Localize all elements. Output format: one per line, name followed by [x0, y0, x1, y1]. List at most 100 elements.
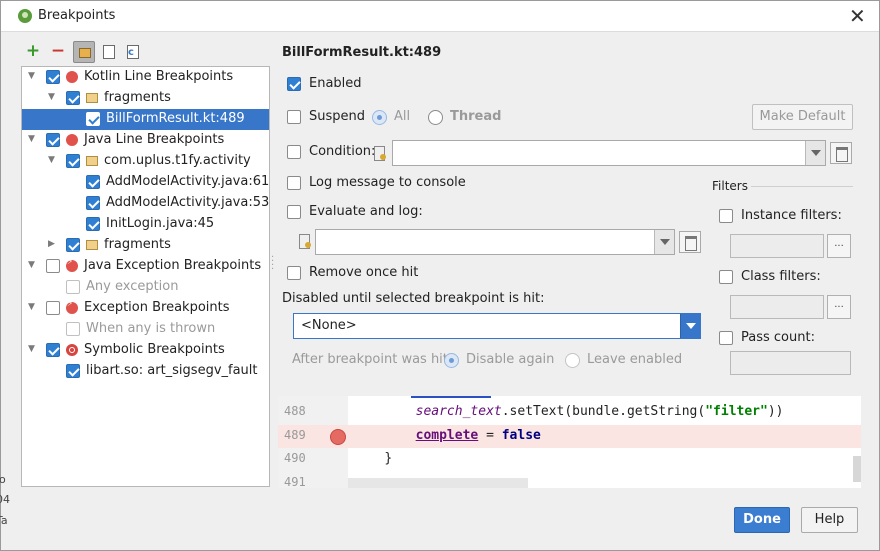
chevron-down-icon[interactable] — [805, 141, 825, 165]
exception-icon — [66, 299, 78, 314]
line-number: 491 — [284, 475, 306, 488]
code-token: = — [478, 428, 502, 443]
tree-row-label: fragments — [104, 237, 171, 252]
code-text: search_text.setText(bundle.getString("fi… — [353, 404, 784, 419]
tree-row-checkbox[interactable] — [66, 280, 80, 294]
instance-filters-checkbox[interactable] — [719, 209, 733, 223]
tree-row-checkbox[interactable] — [66, 91, 80, 105]
breakpoint-tree[interactable]: ▼ Kotlin Line Breakpoints ▼ fragments BillFo… — [21, 66, 270, 487]
radio-thread-label: Thread — [450, 109, 502, 124]
tree-row-checkbox[interactable] — [86, 217, 100, 231]
tree-row-label: libart.so: art_sigsegv_fault — [86, 363, 258, 378]
chevron-right-icon[interactable]: ▶ — [48, 239, 55, 249]
tree-row[interactable]: InitLogin.java:45 — [22, 214, 269, 235]
remove-once-checkbox[interactable] — [287, 266, 301, 280]
red-dot-icon — [66, 134, 78, 146]
tree-row-checkbox[interactable] — [66, 364, 80, 378]
radio-thread[interactable] — [428, 110, 443, 125]
tree-row-checkbox[interactable] — [66, 322, 80, 336]
tree-row[interactable]: libart.so: art_sigsegv_fault — [22, 361, 269, 382]
tree-row[interactable]: ▼ Kotlin Line Breakpoints — [22, 67, 269, 88]
tree-row-checkbox[interactable] — [46, 259, 60, 273]
chevron-down-icon[interactable]: ▼ — [48, 155, 55, 165]
breakpoints-dialog: Breakpoints ✕ + − ▼ Kotlin Line Breakpoin… — [0, 0, 880, 551]
group-by-package-icon[interactable] — [73, 41, 95, 63]
radio-leave-enabled[interactable] — [565, 353, 580, 368]
filters-heading: Filters — [712, 179, 748, 193]
tree-row[interactable]: ▼ Symbolic Breakpoints — [22, 340, 269, 361]
tree-row-checkbox[interactable] — [46, 70, 60, 84]
tree-row[interactable]: BillFormResult.kt:489 — [22, 109, 269, 130]
make-default-button[interactable]: Make Default — [752, 104, 853, 130]
breakpoint-dot-icon[interactable] — [330, 429, 346, 445]
class-filters-field[interactable] — [730, 295, 824, 319]
enabled-checkbox[interactable] — [287, 77, 301, 91]
background-text: 04 — [0, 493, 10, 506]
condition-checkbox[interactable] — [287, 145, 301, 159]
expand-editor-icon[interactable] — [679, 231, 701, 253]
radio-all[interactable] — [372, 110, 387, 125]
help-button[interactable]: Help — [801, 507, 858, 533]
instance-filters-browse-button[interactable]: ... — [827, 234, 851, 258]
tree-row[interactable]: ▼ Java Line Breakpoints — [22, 130, 269, 151]
chevron-down-icon[interactable]: ▼ — [48, 92, 55, 102]
after-hit-label: After breakpoint was hit — [292, 352, 448, 367]
remove-icon[interactable]: − — [48, 41, 68, 63]
tree-row-checkbox[interactable] — [66, 238, 80, 252]
chevron-down-icon[interactable]: ▼ — [28, 302, 35, 312]
tree-row[interactable]: ▼ Java Exception Breakpoints — [22, 256, 269, 277]
tree-row[interactable]: ▼ Exception Breakpoints — [22, 298, 269, 319]
code-text: } — [353, 451, 392, 466]
chevron-down-icon[interactable]: ▼ — [28, 134, 35, 144]
pass-count-checkbox[interactable] — [719, 331, 733, 345]
tree-row[interactable]: ▼ com.uplus.t1fy.activity — [22, 151, 269, 172]
condition-combo[interactable] — [392, 140, 826, 166]
tree-row-checkbox[interactable] — [46, 301, 60, 315]
line-number: 489 — [284, 428, 306, 442]
disabled-until-combo[interactable]: <None> — [293, 313, 701, 339]
chevron-down-icon[interactable] — [680, 314, 700, 338]
tree-row-checkbox[interactable] — [46, 343, 60, 357]
horizontal-scrollbar[interactable] — [348, 478, 528, 488]
chevron-down-icon[interactable]: ▼ — [28, 260, 35, 270]
add-icon[interactable]: + — [23, 41, 43, 63]
evaluate-label: Evaluate and log: — [309, 204, 423, 219]
tree-row-checkbox[interactable] — [86, 196, 100, 210]
close-icon[interactable]: ✕ — [849, 4, 866, 28]
tree-row[interactable]: Any exception — [22, 277, 269, 298]
class-filters-checkbox[interactable] — [719, 270, 733, 284]
expand-editor-icon[interactable] — [830, 142, 852, 164]
group-by-class-icon[interactable] — [123, 41, 143, 63]
evaluate-checkbox[interactable] — [287, 205, 301, 219]
splitter-handle[interactable]: · · · · — [271, 253, 274, 275]
tree-row-checkbox[interactable] — [46, 133, 60, 147]
tree-row-label: Exception Breakpoints — [84, 300, 230, 315]
tree-row[interactable]: AddModelActivity.java:61 — [22, 172, 269, 193]
tree-row[interactable]: ▶ fragments — [22, 235, 269, 256]
evaluate-combo[interactable] — [315, 229, 675, 255]
vertical-scrollbar[interactable] — [853, 456, 861, 482]
suspend-checkbox[interactable] — [287, 110, 301, 124]
title-bar: Breakpoints ✕ — [1, 1, 879, 32]
tree-row[interactable]: When any is thrown — [22, 319, 269, 340]
chevron-down-icon[interactable]: ▼ — [28, 344, 35, 354]
log-message-checkbox[interactable] — [287, 176, 301, 190]
tree-row-checkbox[interactable] — [66, 154, 80, 168]
tree-row[interactable]: ▼ fragments — [22, 88, 269, 109]
class-filters-browse-button[interactable]: ... — [827, 295, 851, 319]
done-button[interactable]: Done — [734, 507, 790, 533]
code-line-fragment — [411, 396, 491, 398]
group-by-file-icon[interactable] — [99, 41, 119, 63]
tree-row[interactable]: AddModelActivity.java:53 — [22, 193, 269, 214]
tree-row-label: BillFormResult.kt:489 — [106, 111, 245, 126]
tree-row-label: When any is thrown — [86, 321, 216, 336]
disabled-until-label: Disabled until selected breakpoint is hi… — [282, 291, 545, 306]
tree-row-checkbox[interactable] — [86, 112, 100, 126]
radio-disable-again[interactable] — [444, 353, 459, 368]
instance-filters-field[interactable] — [730, 234, 824, 258]
pass-count-field[interactable] — [730, 351, 851, 375]
chevron-down-icon[interactable]: ▼ — [28, 71, 35, 81]
chevron-down-icon[interactable] — [654, 230, 674, 254]
code-token: )) — [767, 404, 784, 419]
tree-row-checkbox[interactable] — [86, 175, 100, 189]
